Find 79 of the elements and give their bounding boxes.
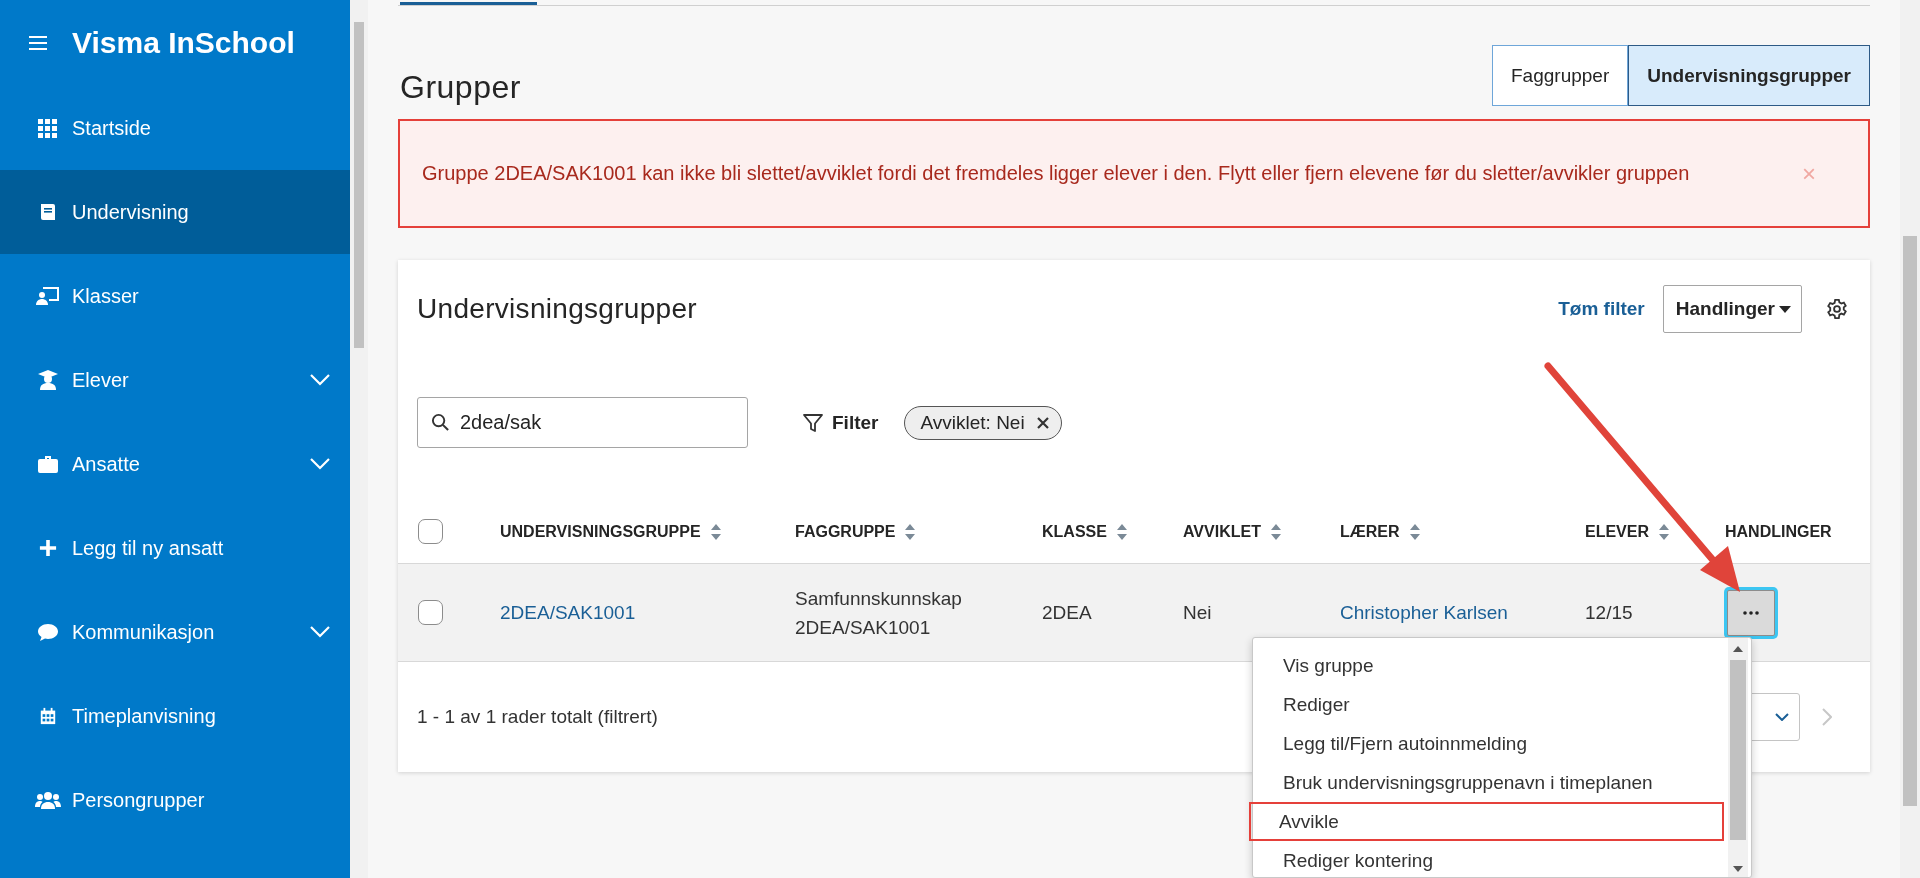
ellipsis-icon (1743, 610, 1759, 615)
checkbox[interactable] (418, 519, 443, 544)
caret-icon (1779, 305, 1791, 313)
view-toggle-button[interactable]: Faggrupper (1492, 45, 1629, 106)
sidebar-item-icon (38, 202, 58, 222)
sort-icon[interactable] (710, 523, 721, 540)
checkbox[interactable] (418, 600, 443, 625)
column-header[interactable]: FAGGRUPPE (795, 522, 896, 541)
sidebar-scrollbar[interactable] (350, 0, 368, 878)
page-title: Grupper (400, 69, 521, 106)
menu-item[interactable]: Vis gruppe (1253, 646, 1724, 685)
sort-icon[interactable] (1659, 523, 1669, 540)
sidebar-item-icon (36, 286, 60, 306)
sidebar-item-icon (38, 622, 58, 642)
row-count: 1 - 1 av 1 rader totalt (filtrert) (417, 706, 658, 728)
alert-message: Gruppe 2DEA/SAK1001 kan ikke bli slettet/avviklet fordi det fremdeles ligger elever i den. Flytt eller fjern elevene før du sletter/avvikler gruppen (422, 161, 1691, 186)
chip-label: Avviklet: Nei (920, 411, 1025, 434)
sidebar-item-icon (38, 370, 58, 390)
sidebar-item-label: Undervisning (72, 200, 190, 224)
sidebar-item-label: Startside (72, 116, 152, 140)
table-link[interactable]: 2DEA/SAK1001 (500, 601, 636, 624)
sidebar-item-icon (38, 118, 58, 138)
sort-icon[interactable] (905, 523, 916, 540)
filter-button[interactable]: Filter (802, 411, 879, 434)
sidebar-item[interactable]: Elever (0, 338, 350, 422)
menu-item[interactable]: Avvikle (1249, 802, 1724, 841)
table-cell-text: Samfunnskunnskap 2DEA/SAK1001 (795, 586, 963, 640)
sort-icon[interactable] (1270, 523, 1281, 540)
table-cell-text: 12/15 (1585, 601, 1633, 625)
sidebar-item-label: Elever (72, 368, 130, 392)
app-title: Visma InSchool (72, 26, 295, 60)
menu-item[interactable]: Rediger (1253, 685, 1724, 724)
sidebar-item-icon (39, 539, 57, 557)
sidebar-item-label: Klasser (72, 284, 140, 308)
column-header[interactable]: AVVIKLET (1183, 522, 1261, 541)
sidebar-item[interactable]: Legg til ny ansatt (0, 506, 350, 590)
sidebar-item[interactable]: Klasser (0, 254, 350, 338)
sort-icon[interactable] (1409, 523, 1420, 540)
sidebar-item[interactable]: Undervisning (0, 170, 350, 254)
sidebar-item[interactable]: Kommunikasjon (0, 590, 350, 674)
table-cell-text: 2DEA (1042, 601, 1092, 625)
column-header[interactable]: ELEVER (1585, 522, 1649, 541)
column-header[interactable]: HANDLINGER (1725, 522, 1832, 541)
scroll-down-icon[interactable] (1733, 866, 1743, 872)
settings-icon[interactable] (1826, 298, 1848, 320)
page-scrollbar[interactable] (1900, 0, 1920, 878)
menu-item[interactable]: Legg til/Fjern autoinnmelding (1253, 724, 1724, 763)
sidebar-item-label: Timeplanvisning (72, 704, 217, 728)
menu-icon[interactable] (29, 36, 47, 50)
more-actions-button[interactable] (1727, 589, 1775, 636)
menu-item[interactable]: Bruk undervisningsgruppenavn i timeplanen (1253, 763, 1724, 802)
scroll-up-icon[interactable] (1733, 646, 1743, 652)
table-cell-text: Nei (1183, 601, 1212, 625)
menu-item[interactable]: Rediger kontering (1253, 841, 1724, 878)
sidebar-item-icon (38, 454, 58, 474)
sidebar-item[interactable]: Startside (0, 86, 350, 170)
sidebar-item-icon (35, 790, 61, 810)
table-link[interactable]: Christopher Karlsen (1340, 601, 1508, 624)
sidebar-item-label: Kommunikasjon (72, 620, 216, 644)
sidebar-item[interactable]: Persongrupper (0, 758, 350, 842)
sidebar-item[interactable]: Ansatte (0, 422, 350, 506)
sidebar-item-label: Ansatte (72, 452, 141, 476)
sidebar-item-label: Persongrupper (72, 788, 206, 812)
sidebar-item[interactable]: Timeplanvisning (0, 674, 350, 758)
chevron-down-icon (1775, 713, 1789, 721)
filter-icon (802, 411, 824, 434)
remove-chip-icon[interactable] (1036, 416, 1049, 429)
clear-filter-link[interactable]: Tøm filter (1558, 298, 1645, 320)
menu-scrollbar[interactable] (1728, 638, 1748, 877)
column-header[interactable]: LÆRER (1340, 522, 1400, 541)
view-toggle-button[interactable]: Undervisningsgrupper (1628, 45, 1870, 106)
actions-dropdown[interactable]: Handlinger (1662, 285, 1802, 333)
search-field[interactable]: 2dea/sak (417, 397, 748, 448)
sidebar-item-label: Legg til ny ansatt (72, 536, 225, 560)
column-header[interactable]: UNDERVISNINGSGRUPPE (500, 522, 701, 541)
sort-icon[interactable] (1116, 523, 1127, 540)
card-title: Undervisningsgrupper (417, 293, 697, 325)
column-header[interactable]: KLASSE (1042, 522, 1107, 541)
sidebar-item-icon (39, 706, 57, 726)
